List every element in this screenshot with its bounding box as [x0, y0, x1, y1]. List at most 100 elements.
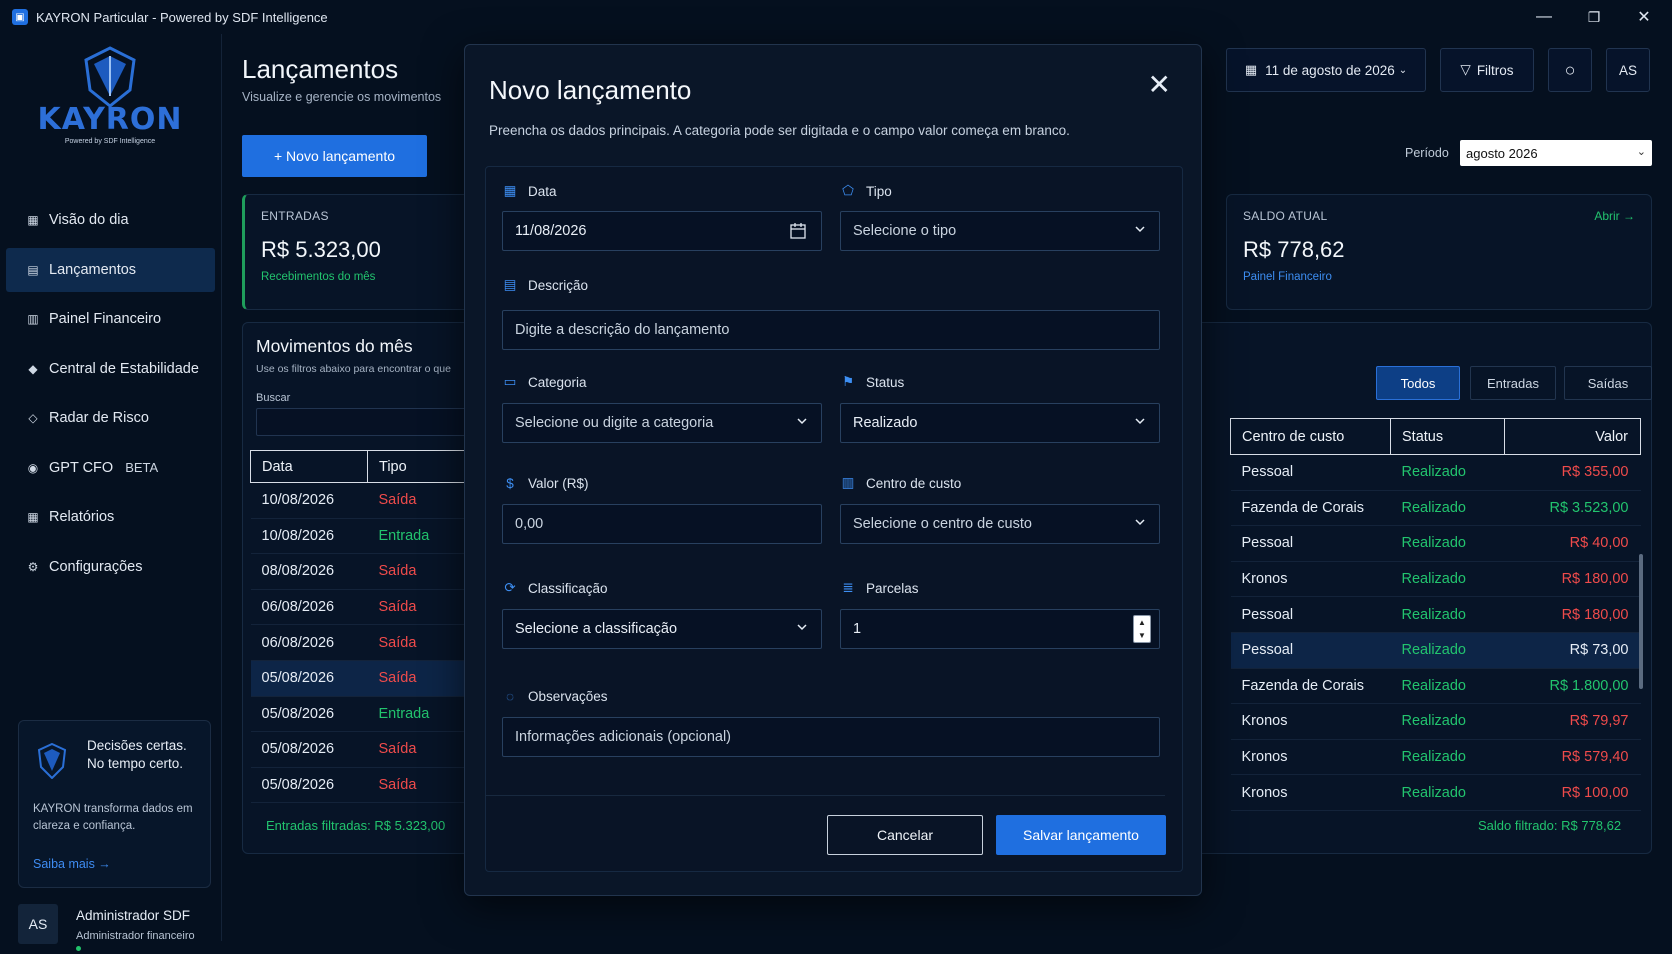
table-row[interactable]: 06/08/2026 Saída [250, 624, 481, 661]
sidebar-item-0[interactable]: ▦ Visão do dia [6, 198, 215, 242]
user-menu-button[interactable]: AS [1606, 48, 1650, 92]
date-picker-button[interactable]: ▦ 11 de agosto de 2026 ⌄ [1226, 48, 1426, 92]
chevron-down-icon [1135, 226, 1145, 233]
table-row[interactable]: Kronos Realizado R$ 79,97 [1230, 703, 1641, 740]
table-row[interactable]: Fazenda de Corais Realizado R$ 3.523,00 [1230, 490, 1641, 527]
saldo-filtrado: Saldo filtrado: R$ 778,62 [1478, 818, 1622, 833]
filter-tab-0[interactable]: Todos [1376, 366, 1460, 400]
observacoes-input[interactable]: Informações adicionais (opcional) [502, 717, 1160, 757]
folder-icon: ▭ [503, 374, 517, 389]
cancel-button[interactable]: Cancelar [827, 815, 983, 855]
search-label: Buscar [256, 392, 291, 404]
diamond-outline-icon: ◇ [28, 411, 38, 425]
sidebar-item-5[interactable]: ◉ GPT CFO BETA [6, 446, 215, 490]
row-center: Pessoal [1230, 454, 1391, 491]
stepper-buttons[interactable]: ▲ ▼ [1133, 615, 1151, 643]
tipo-select[interactable]: Selecione o tipo [840, 211, 1160, 251]
row-status: Realizado [1390, 739, 1505, 776]
sidebar-item-3[interactable]: ◆ Central de Estabilidade [6, 347, 215, 391]
promo-card: Decisões certas. No tempo certo. KAYRON t… [18, 720, 211, 888]
row-center: Kronos [1230, 774, 1391, 811]
close-window-button[interactable]: ✕ [1619, 0, 1669, 34]
row-center: Pessoal [1230, 596, 1391, 633]
table-scrollbar[interactable] [1639, 554, 1643, 689]
row-status: Realizado [1390, 632, 1505, 669]
entradas-card: ENTRADAS R$ 5.323,00 Recebimentos do mês [242, 194, 472, 310]
calendar-picker-icon[interactable] [789, 222, 807, 240]
filters-button[interactable]: ▽ Filtros [1440, 48, 1534, 92]
table-row[interactable]: 05/08/2026 Entrada [250, 696, 481, 733]
sidebar-item-2[interactable]: ▥ Painel Financeiro [6, 297, 215, 341]
stepper-down-icon[interactable]: ▼ [1134, 629, 1150, 642]
column-header-valor[interactable]: Valor [1504, 418, 1641, 455]
data-field[interactable]: 11/08/2026 [502, 211, 822, 251]
period-select[interactable]: agosto 2026 ⌄ [1460, 140, 1652, 166]
categoria-combobox[interactable]: Selecione ou digite a categoria [502, 403, 822, 443]
table-row[interactable]: Pessoal Realizado R$ 73,00 [1230, 632, 1641, 669]
chevron-down-icon [1135, 519, 1145, 526]
user-box[interactable]: AS Administrador SDF Administrador finan… [18, 904, 211, 954]
status-label: ⚑ Status [841, 374, 905, 390]
column-header-status[interactable]: Status [1390, 418, 1505, 455]
parcelas-value: 1 [853, 621, 862, 637]
theme-toggle-button[interactable]: ○ [1548, 48, 1592, 92]
table-row[interactable]: Pessoal Realizado R$ 180,00 [1230, 596, 1641, 633]
column-header-centro[interactable]: Centro de custo [1230, 418, 1391, 455]
kayron-logo: KAYRON Powered by SDF Intelligence [30, 46, 190, 146]
row-date: 06/08/2026 [250, 589, 368, 626]
table-row[interactable]: 10/08/2026 Saída [250, 482, 481, 519]
classificacao-select[interactable]: Selecione a classificação [502, 609, 822, 649]
column-header-data[interactable]: Data [250, 450, 368, 483]
row-center: Pessoal [1230, 525, 1391, 562]
sidebar-item-4[interactable]: ◇ Radar de Risco [6, 396, 215, 440]
status-select[interactable]: Realizado [840, 403, 1160, 443]
table-row[interactable]: 10/08/2026 Entrada [250, 518, 481, 555]
logo-word: KAYRON [37, 102, 183, 137]
sidebar-item-6[interactable]: ▦ Relatórios [6, 495, 215, 539]
filter-tab-2[interactable]: Saídas [1564, 366, 1652, 400]
chevron-down-icon: ⌄ [1636, 146, 1646, 158]
table-row[interactable]: 05/08/2026 Saída [250, 660, 481, 697]
valor-input[interactable]: 0,00 [502, 504, 822, 544]
promo-link[interactable]: Saiba mais → [33, 857, 111, 871]
window-title: KAYRON Particular - Powered by SDF Intel… [36, 9, 328, 25]
table-row[interactable]: Kronos Realizado R$ 100,00 [1230, 774, 1641, 811]
sidebar-item-7[interactable]: ⚙ Configurações [6, 545, 215, 589]
filter-tab-1[interactable]: Entradas [1470, 366, 1556, 400]
comment-icon: ◌ [505, 688, 515, 704]
row-value: R$ 40,00 [1504, 525, 1641, 562]
table-row[interactable]: Pessoal Realizado R$ 40,00 [1230, 525, 1641, 562]
movements-subtitle: Use os filtros abaixo para encontrar o q… [256, 363, 451, 375]
sidebar-item-1[interactable]: ▤ Lançamentos [6, 247, 215, 292]
descricao-input[interactable]: Digite a descrição do lançamento [502, 310, 1160, 350]
row-date: 10/08/2026 [250, 518, 368, 555]
table-row[interactable]: 08/08/2026 Saída [250, 553, 481, 590]
close-icon[interactable]: ✕ [1148, 71, 1171, 99]
period-value: agosto 2026 [1466, 145, 1538, 161]
restore-button[interactable]: ❐ [1569, 0, 1619, 34]
data-label: ▦ Data [503, 183, 557, 199]
table-row[interactable]: 05/08/2026 Saída [250, 731, 481, 768]
save-entry-button[interactable]: Salvar lançamento [996, 815, 1166, 855]
row-center: Fazenda de Corais [1230, 668, 1391, 705]
promo-text: KAYRON transforma dados em clareza e con… [33, 803, 193, 832]
table-row[interactable]: Fazenda de Corais Realizado R$ 1.800,00 [1230, 668, 1641, 705]
centro-select[interactable]: Selecione o centro de custo [840, 504, 1160, 544]
table-row[interactable]: Pessoal Realizado R$ 355,00 [1230, 454, 1641, 491]
table-row[interactable]: Kronos Realizado R$ 579,40 [1230, 739, 1641, 776]
search-input[interactable] [256, 408, 476, 436]
minimize-button[interactable]: — [1519, 0, 1569, 34]
title-bar: ▣ KAYRON Particular - Powered by SDF Int… [0, 0, 1672, 34]
categoria-label: ▭ Categoria [503, 374, 587, 390]
tipo-label: ⬠ Tipo [840, 183, 892, 199]
table-row[interactable]: Kronos Realizado R$ 180,00 [1230, 561, 1641, 598]
row-status: Realizado [1390, 490, 1505, 527]
table-row[interactable]: 05/08/2026 Saída [250, 767, 481, 804]
sidebar-item-label: Radar de Risco [49, 410, 149, 426]
new-entry-button[interactable]: + Novo lançamento [242, 135, 427, 177]
open-link[interactable]: Abrir → [1594, 209, 1635, 223]
table-row[interactable]: 06/08/2026 Saída [250, 589, 481, 626]
stepper-up-icon[interactable]: ▲ [1134, 616, 1150, 629]
parcelas-stepper[interactable]: 1 ▲ ▼ [840, 609, 1160, 649]
data-value: 11/08/2026 [515, 223, 587, 239]
